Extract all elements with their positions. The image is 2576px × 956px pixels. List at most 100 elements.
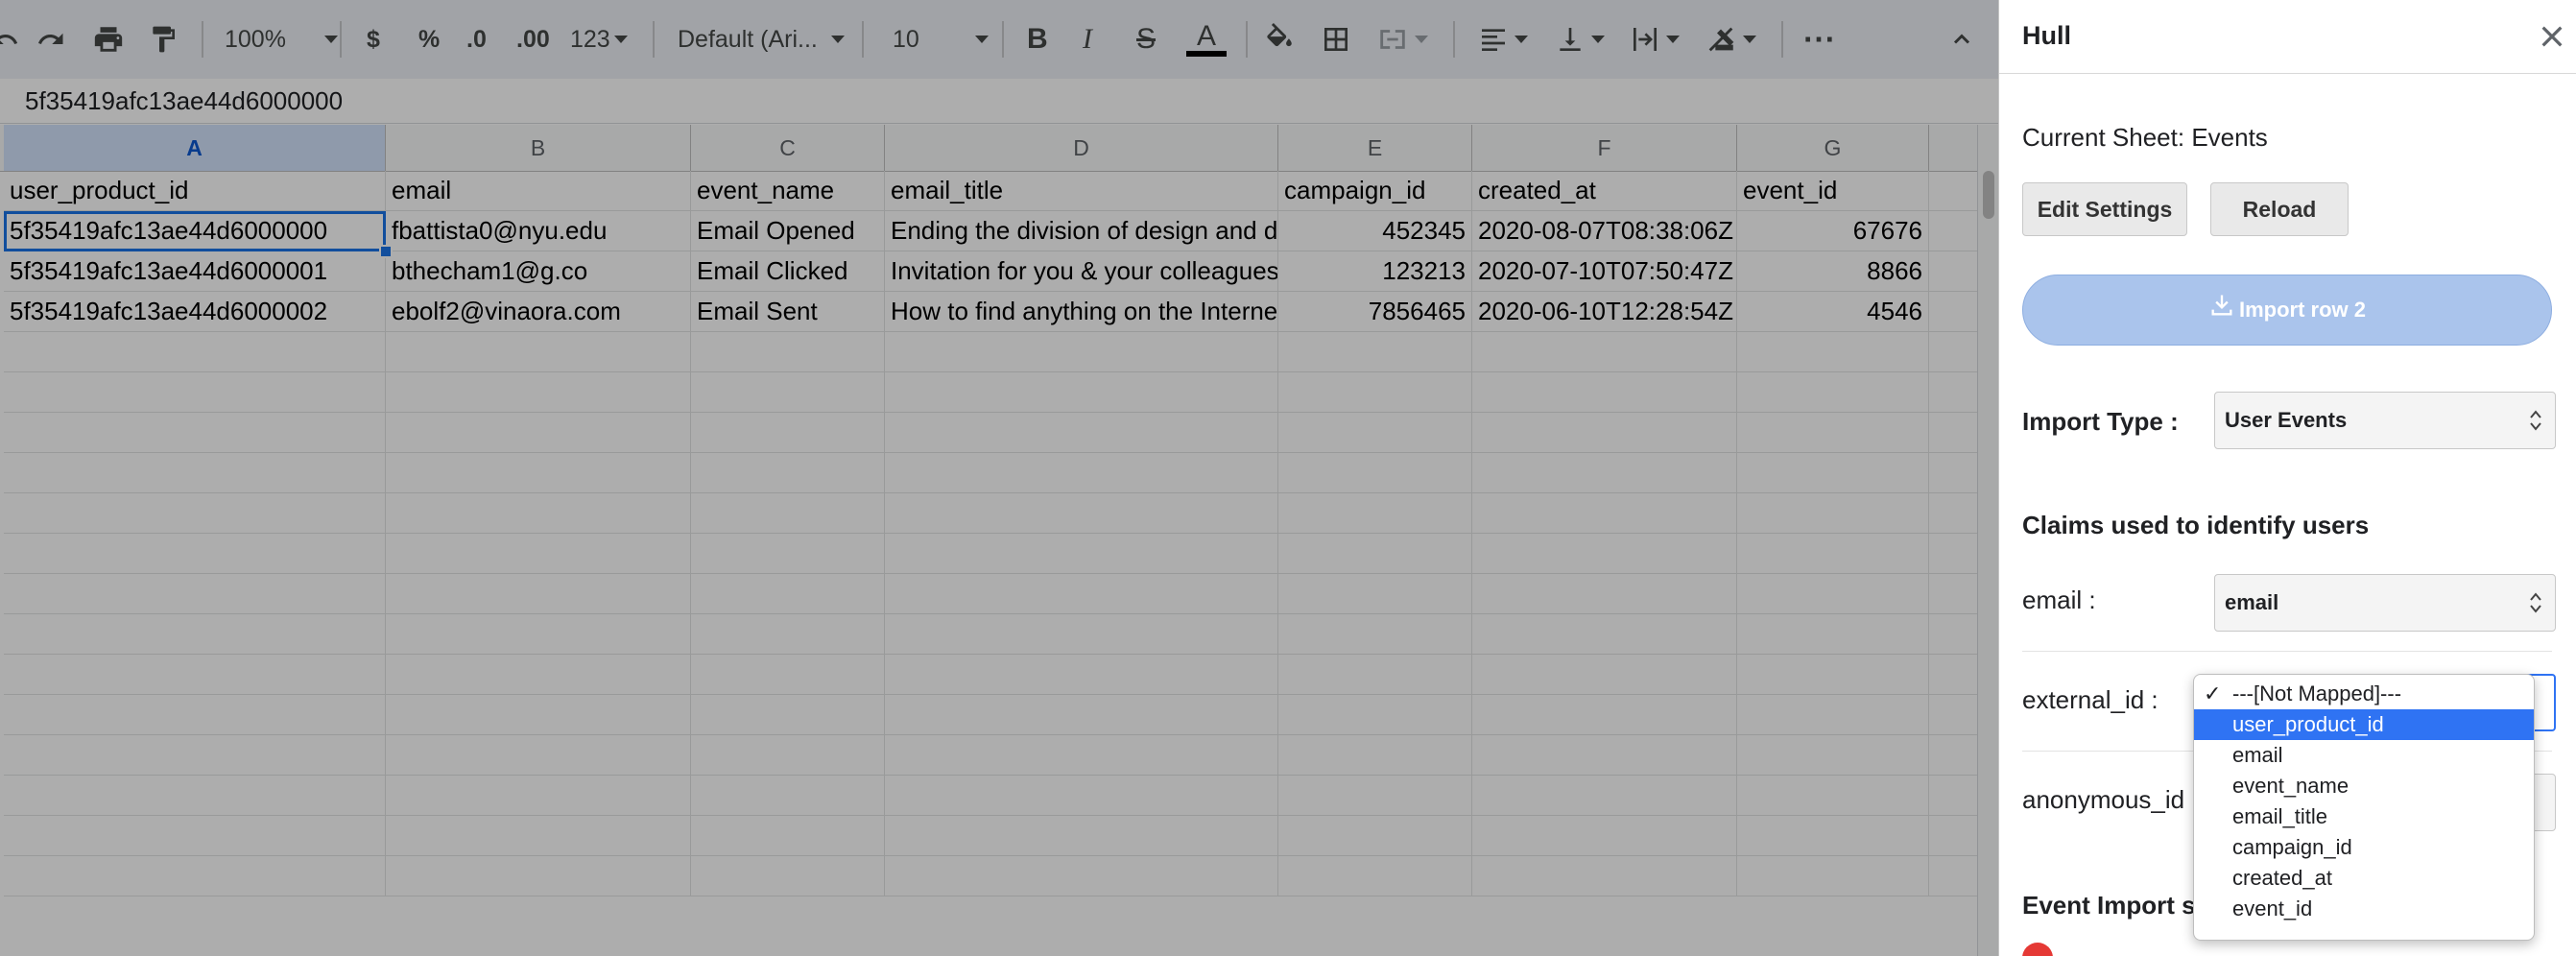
dropdown-option[interactable]: ✓ ---[Not Mapped]--- — [2194, 679, 2534, 709]
table-cell[interactable] — [1472, 614, 1737, 655]
table-cell[interactable] — [1472, 856, 1737, 896]
dropdown-option[interactable]: created_at — [2194, 863, 2534, 894]
table-cell[interactable]: bthecham1@g.co — [386, 251, 691, 292]
dropdown-option[interactable]: event_id — [2194, 894, 2534, 924]
column-header-b[interactable]: B — [386, 125, 691, 171]
table-cell[interactable] — [691, 816, 885, 856]
table-cell[interactable]: How to find anything on the Interne — [885, 292, 1278, 332]
table-cell[interactable] — [4, 332, 386, 372]
table-cell[interactable]: Email Sent — [691, 292, 885, 332]
print-button[interactable] — [92, 17, 125, 61]
reload-button[interactable]: Reload — [2210, 182, 2349, 236]
table-cell[interactable] — [691, 614, 885, 655]
table-cell[interactable] — [885, 655, 1278, 695]
table-cell[interactable] — [691, 735, 885, 776]
header-cell[interactable]: event_name — [691, 171, 885, 211]
table-cell[interactable] — [1472, 372, 1737, 413]
table-cell[interactable] — [4, 614, 386, 655]
column-header-a[interactable]: A — [4, 125, 386, 171]
font-size-select[interactable]: 10 — [893, 17, 989, 61]
table-cell[interactable] — [1737, 856, 1929, 896]
undo-button[interactable] — [0, 17, 19, 61]
table-cell[interactable] — [4, 816, 386, 856]
table-cell[interactable] — [4, 493, 386, 534]
table-cell[interactable] — [691, 776, 885, 816]
table-cell[interactable] — [386, 413, 691, 453]
font-select[interactable]: Default (Ari... — [678, 17, 845, 61]
borders-button[interactable] — [1321, 17, 1351, 61]
table-cell[interactable] — [386, 332, 691, 372]
table-cell[interactable]: 67676 — [1737, 211, 1929, 251]
table-cell[interactable]: 5f35419afc13ae44d6000000 — [4, 211, 386, 251]
italic-button[interactable]: I — [1083, 17, 1092, 61]
table-cell[interactable] — [1278, 614, 1472, 655]
table-cell[interactable] — [1737, 534, 1929, 574]
table-cell[interactable] — [691, 453, 885, 493]
header-cell[interactable]: campaign_id — [1278, 171, 1472, 211]
table-cell[interactable]: 452345 — [1278, 211, 1472, 251]
table-cell[interactable] — [386, 776, 691, 816]
table-cell[interactable] — [885, 534, 1278, 574]
import-type-select[interactable]: User Events — [2214, 392, 2556, 449]
column-header-f[interactable]: F — [1472, 125, 1737, 171]
table-cell[interactable] — [1737, 655, 1929, 695]
table-cell[interactable] — [4, 534, 386, 574]
table-cell[interactable] — [1472, 453, 1737, 493]
table-cell[interactable] — [4, 856, 386, 896]
table-cell[interactable] — [386, 856, 691, 896]
table-cell[interactable] — [1737, 493, 1929, 534]
close-icon[interactable] — [2537, 21, 2567, 52]
table-cell[interactable] — [691, 856, 885, 896]
edit-settings-button[interactable]: Edit Settings — [2022, 182, 2187, 236]
table-cell[interactable] — [1737, 332, 1929, 372]
table-cell[interactable]: 2020-07-10T07:50:47Z — [1472, 251, 1737, 292]
column-header-d[interactable]: D — [885, 125, 1278, 171]
table-cell[interactable] — [4, 574, 386, 614]
table-cell[interactable] — [4, 655, 386, 695]
table-cell[interactable]: 4546 — [1737, 292, 1929, 332]
table-cell[interactable] — [1278, 574, 1472, 614]
table-cell[interactable] — [1737, 372, 1929, 413]
table-cell[interactable]: 8866 — [1737, 251, 1929, 292]
table-cell[interactable]: 5f35419afc13ae44d6000001 — [4, 251, 386, 292]
table-cell[interactable]: 7856465 — [1278, 292, 1472, 332]
table-cell[interactable] — [1278, 655, 1472, 695]
table-cell[interactable] — [1472, 655, 1737, 695]
table-cell[interactable]: 2020-08-07T08:38:06Z — [1472, 211, 1737, 251]
decrease-decimal-button[interactable]: .0 — [466, 17, 487, 61]
table-cell[interactable] — [1278, 816, 1472, 856]
table-cell[interactable] — [1737, 453, 1929, 493]
table-cell[interactable]: fbattista0@nyu.edu — [386, 211, 691, 251]
table-cell[interactable] — [1278, 332, 1472, 372]
table-cell[interactable] — [1472, 735, 1737, 776]
table-cell[interactable] — [1472, 332, 1737, 372]
table-cell[interactable] — [1278, 453, 1472, 493]
table-cell[interactable] — [691, 695, 885, 735]
collapse-toolbar-button[interactable] — [1948, 17, 1975, 61]
table-cell[interactable] — [1278, 413, 1472, 453]
table-cell[interactable] — [386, 534, 691, 574]
table-cell[interactable] — [1278, 776, 1472, 816]
table-cell[interactable] — [386, 655, 691, 695]
table-cell[interactable] — [1278, 856, 1472, 896]
table-cell[interactable]: 123213 — [1278, 251, 1472, 292]
table-cell[interactable] — [885, 614, 1278, 655]
table-cell[interactable]: 2020-06-10T12:28:54Z — [1472, 292, 1737, 332]
more-options-button[interactable]: ⋯ — [1802, 17, 1835, 61]
table-cell[interactable] — [386, 493, 691, 534]
table-cell[interactable] — [1472, 574, 1737, 614]
column-header-e[interactable]: E — [1278, 125, 1472, 171]
table-cell[interactable] — [1472, 816, 1737, 856]
fill-color-button[interactable] — [1263, 17, 1296, 61]
table-cell[interactable] — [1737, 776, 1929, 816]
table-cell[interactable]: Ending the division of design and d — [885, 211, 1278, 251]
table-cell[interactable] — [691, 534, 885, 574]
zoom-select[interactable]: 100% — [225, 17, 338, 61]
dropdown-option[interactable]: email_title — [2194, 801, 2534, 832]
table-cell[interactable] — [4, 372, 386, 413]
table-cell[interactable] — [691, 413, 885, 453]
header-cell[interactable]: email_title — [885, 171, 1278, 211]
table-cell[interactable] — [1737, 614, 1929, 655]
table-cell[interactable] — [1278, 534, 1472, 574]
bold-button[interactable]: B — [1027, 17, 1048, 61]
